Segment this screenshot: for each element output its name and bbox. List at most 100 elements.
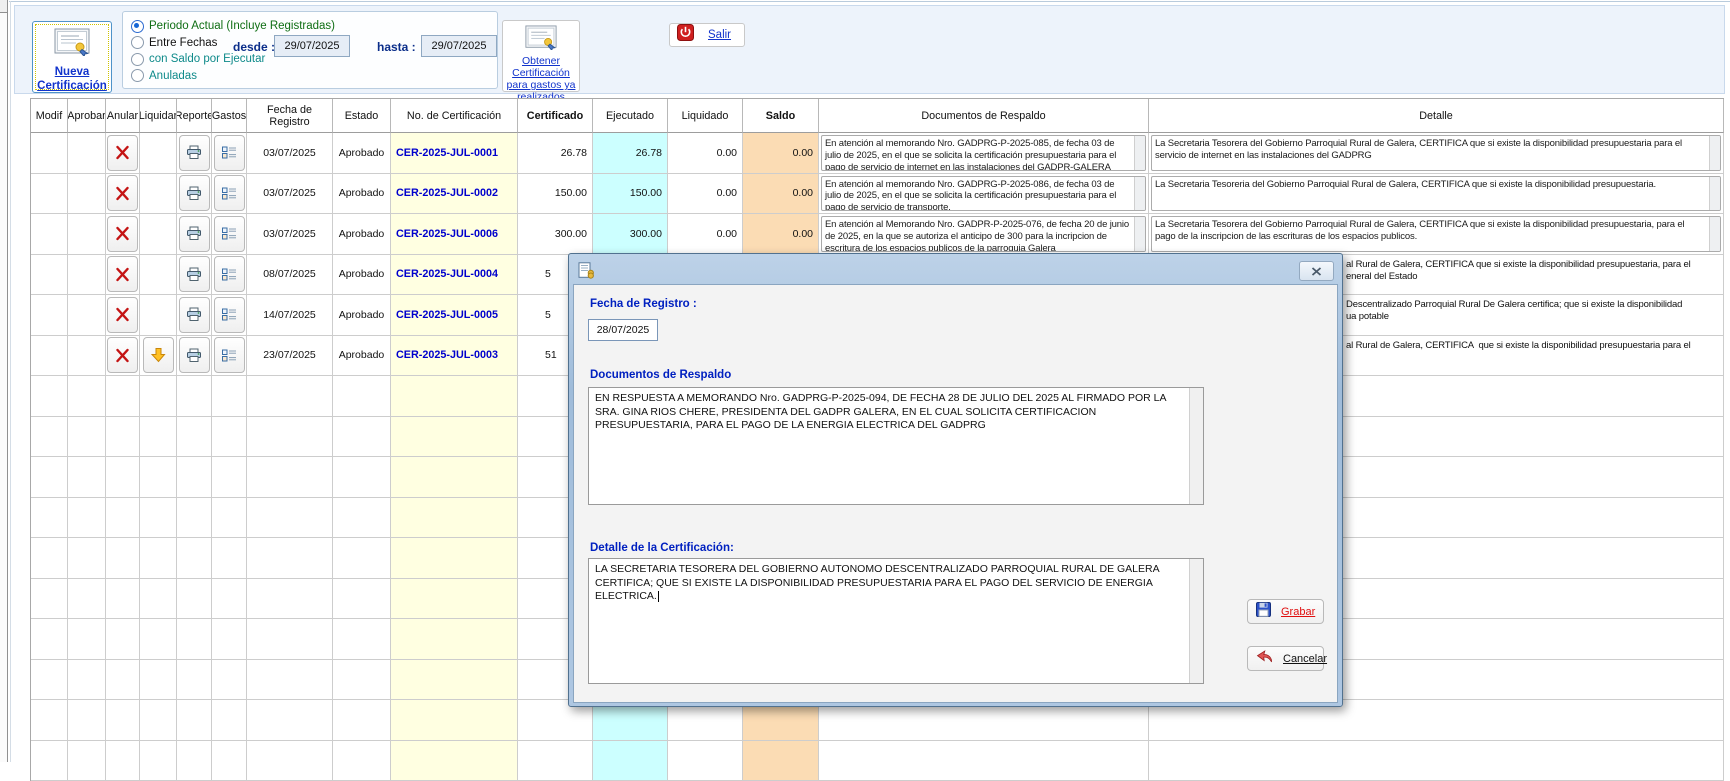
empty-cell: [247, 498, 333, 539]
empty-cell: [31, 741, 68, 781]
memo-scrollbar[interactable]: [1134, 177, 1145, 211]
detalle-memo[interactable]: La Secretaria Tesoreria del Gobierno Par…: [1151, 176, 1721, 212]
detalle-memo[interactable]: La Secretaria Tesorera del Gobierno Parr…: [1151, 216, 1721, 252]
reporte-button[interactable]: [179, 297, 210, 333]
cell-aprobar: [68, 214, 106, 255]
gastos-button[interactable]: [214, 297, 245, 333]
reporte-button[interactable]: [179, 216, 210, 252]
documentos-respaldo-textarea[interactable]: EN RESPUESTA A MEMORANDO Nro. GADPRG-P-2…: [588, 387, 1204, 505]
dialog-titlebar[interactable]: [572, 257, 1339, 284]
documentos-memo[interactable]: En atención al Memorando Nro. GADPR-P-20…: [821, 216, 1146, 252]
window-inner-border: [10, 1, 11, 762]
anular-button[interactable]: [107, 337, 138, 373]
certification-link[interactable]: CER-2025-JUL-0003: [391, 336, 518, 377]
empty-cell: [391, 376, 518, 417]
certification-link[interactable]: CER-2025-JUL-0005: [391, 295, 518, 336]
toolbar: Nueva Certificación Periodo Actual (Incl…: [14, 5, 1725, 94]
empty-cell: [31, 498, 68, 539]
anular-button[interactable]: [107, 216, 138, 252]
documentos-memo[interactable]: En atención al memorando Nro. GADPRG-P-2…: [821, 176, 1146, 212]
obtener-label-2: para gastos ya: [507, 79, 576, 91]
reporte-button[interactable]: [179, 337, 210, 373]
red-x-icon: [115, 267, 130, 282]
empty-cell: [247, 660, 333, 701]
empty-cell: [68, 741, 106, 781]
anular-button[interactable]: [107, 135, 138, 171]
empty-cell: [593, 741, 668, 781]
reporte-button[interactable]: [179, 256, 210, 292]
grabar-button[interactable]: Grabar: [1247, 599, 1324, 624]
window-top-border: [9, 1, 1730, 2]
gastos-button[interactable]: [214, 135, 245, 171]
anular-button[interactable]: [107, 297, 138, 333]
memo-scrollbar[interactable]: [1134, 217, 1145, 251]
empty-cell: [106, 538, 140, 579]
memo-scrollbar[interactable]: [1709, 136, 1720, 170]
radio-icon: [131, 69, 144, 82]
nueva-button-label-2: Certificación: [37, 80, 107, 94]
cell-aprobar: [68, 295, 106, 336]
detalle-memo[interactable]: La Secretaria Tesorera del Gobierno Parr…: [1151, 135, 1721, 171]
col-header-ejecutado: Ejecutado: [593, 99, 668, 133]
textarea-scrollbar[interactable]: [1189, 559, 1203, 683]
certification-link[interactable]: CER-2025-JUL-0006: [391, 214, 518, 255]
desde-date-input[interactable]: 29/07/2025: [274, 35, 350, 57]
power-icon: [677, 24, 694, 46]
gastos-button[interactable]: [214, 256, 245, 292]
hasta-date-input[interactable]: 29/07/2025: [421, 35, 497, 57]
textarea-scrollbar[interactable]: [1189, 388, 1203, 504]
col-header-cert_no: No. de Certificación: [391, 99, 518, 133]
dialog-close-button[interactable]: [1299, 261, 1334, 281]
cell-fecha: 03/07/2025: [247, 133, 333, 174]
documentos-memo[interactable]: En atención al memorando Nro. GADPRG-P-2…: [821, 135, 1146, 171]
gastos-button[interactable]: [214, 337, 245, 373]
reporte-button[interactable]: [179, 175, 210, 211]
cell-aprobar: [68, 133, 106, 174]
obtener-certificacion-button[interactable]: Obtener Certificación para gastos ya rea…: [502, 20, 580, 92]
certification-link[interactable]: CER-2025-JUL-0002: [391, 174, 518, 215]
anular-button[interactable]: [107, 175, 138, 211]
liquidar-button[interactable]: [143, 337, 174, 373]
detail-list-icon: [222, 227, 237, 240]
empty-cell: [106, 660, 140, 701]
anular-button[interactable]: [107, 256, 138, 292]
nueva-certificacion-button[interactable]: Nueva Certificación: [32, 21, 112, 93]
cell-liquidado: 0.00: [668, 214, 743, 255]
gastos-button[interactable]: [214, 175, 245, 211]
empty-cell: [31, 417, 68, 458]
documentos-text: En atención al memorando Nro. GADPRG-P-2…: [822, 136, 1134, 170]
cancelar-button[interactable]: Cancelar: [1247, 646, 1324, 671]
cell-liquidar: [140, 133, 177, 174]
empty-cell: [518, 741, 593, 781]
empty-cell: [333, 741, 391, 781]
memo-scrollbar[interactable]: [1709, 217, 1720, 251]
empty-cell: [391, 579, 518, 620]
red-x-icon: [115, 145, 130, 160]
cell-fecha: 08/07/2025: [247, 255, 333, 296]
empty-cell: [177, 498, 212, 539]
memo-scrollbar[interactable]: [1709, 177, 1720, 211]
empty-cell: [177, 660, 212, 701]
memo-scrollbar[interactable]: [1134, 136, 1145, 170]
radio-periodo-actual[interactable]: Periodo Actual (Incluye Registradas): [131, 18, 497, 35]
empty-cell: [212, 579, 247, 620]
gastos-button[interactable]: [214, 216, 245, 252]
detail-list-icon: [222, 308, 237, 321]
empty-cell: [140, 457, 177, 498]
detalle-certificacion-textarea[interactable]: LA SECRETARIA TESORERA DEL GOBIERNO AUTO…: [588, 558, 1204, 684]
reporte-button[interactable]: [179, 135, 210, 171]
empty-cell: [31, 457, 68, 498]
empty-cell: [391, 741, 518, 781]
cell-liquidar: [140, 295, 177, 336]
certification-link[interactable]: CER-2025-JUL-0001: [391, 133, 518, 174]
certification-link[interactable]: CER-2025-JUL-0004: [391, 255, 518, 296]
empty-cell: [140, 417, 177, 458]
radio-anuladas[interactable]: Anuladas: [131, 68, 497, 85]
cell-documentos: En atención al Memorando Nro. GADPR-P-20…: [819, 214, 1149, 255]
floppy-disk-icon: [1256, 602, 1271, 622]
fecha-registro-input[interactable]: 28/07/2025: [588, 319, 658, 341]
cell-fecha: 03/07/2025: [247, 214, 333, 255]
salir-button[interactable]: Salir: [669, 23, 745, 47]
empty-cell: [140, 741, 177, 781]
empty-cell: [140, 660, 177, 701]
